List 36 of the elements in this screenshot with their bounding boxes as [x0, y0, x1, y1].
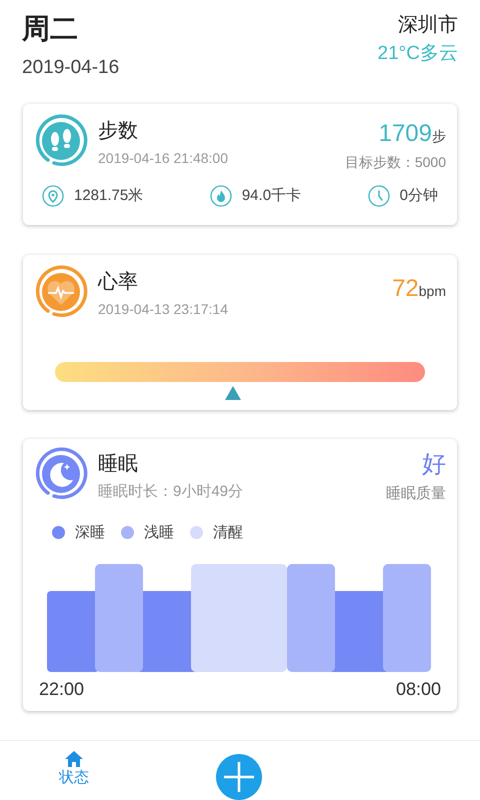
card-title: 心率 [98, 270, 139, 295]
card-title: 睡眠 [98, 452, 139, 477]
timestamp: 2019-04-13 23:17:14 [98, 300, 228, 319]
sleep-quality: 好 [422, 450, 446, 480]
stat-value: 1281.75米 [74, 186, 144, 206]
legend-label: 浅睡 [144, 522, 174, 542]
card-title: 步数 [98, 118, 139, 144]
legend-label: 清醒 [213, 522, 243, 542]
weekday-title: 周二 [22, 12, 79, 46]
nav-tab[interactable]: 状态 [59, 751, 89, 790]
moon-icon [34, 447, 88, 501]
add-button[interactable] [216, 754, 262, 800]
step-unit: 步 [432, 126, 446, 146]
stat-value: 0分钟 [400, 186, 438, 206]
home-icon [65, 751, 83, 768]
plus-icon [224, 762, 254, 792]
legend-label: 深睡 [75, 522, 105, 542]
heart-rate-value: 72 [392, 274, 419, 304]
clock-icon [368, 184, 390, 207]
sleep-quality-label: 睡眠质量 [386, 484, 446, 504]
sleep-duration: 睡眠时长：9小时49分 [98, 482, 244, 502]
step-count: 1709 [378, 118, 432, 148]
weather-text: 21°C多云 [378, 42, 458, 66]
city-name: 深圳市 [398, 13, 458, 38]
flame-icon [210, 184, 232, 207]
heart-rate-unit: bpm [418, 282, 446, 301]
step-goal: 目标步数：5000 [344, 152, 446, 172]
heart-pulse-icon [34, 265, 88, 319]
footprints-icon [34, 114, 88, 168]
axis-label: 22:00 [39, 678, 84, 701]
timestamp: 2019-04-16 21:48:00 [98, 148, 228, 168]
axis-label: 08:00 [396, 678, 441, 701]
location-pin-icon [42, 184, 64, 207]
date-text: 2019-04-16 [22, 56, 120, 80]
stat-value: 94.0千卡 [242, 186, 302, 206]
pointer-icon [224, 386, 241, 400]
